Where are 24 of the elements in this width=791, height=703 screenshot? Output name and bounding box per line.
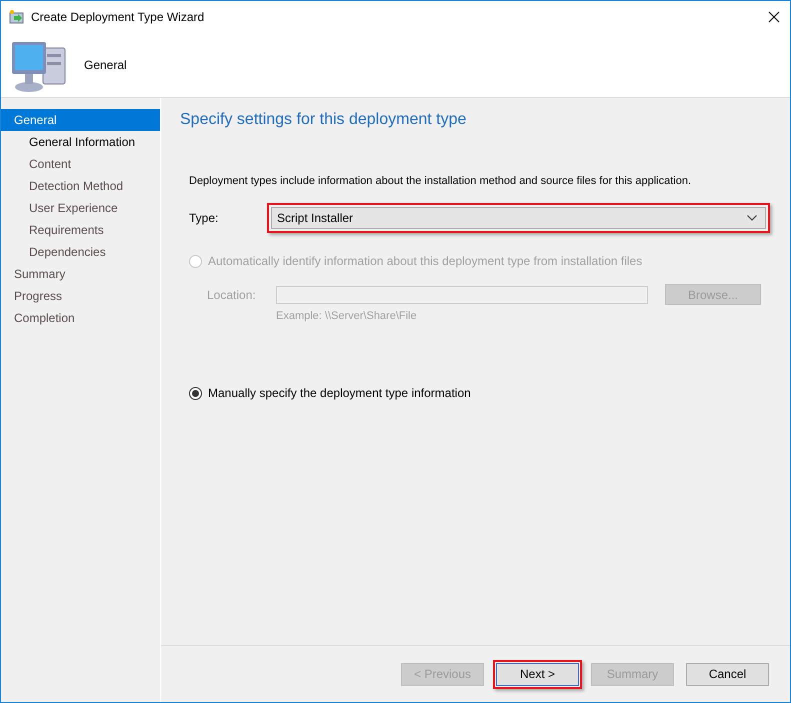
nav-item[interactable]: General bbox=[1, 109, 160, 131]
example-hint: Example: \\Server\Share\File bbox=[276, 310, 418, 322]
page-title: General bbox=[84, 58, 127, 72]
nav-item[interactable]: Dependencies bbox=[1, 241, 160, 263]
radio-option[interactable]: Manually specify the deployment type information bbox=[189, 386, 770, 400]
type-label: Type: bbox=[189, 211, 220, 225]
wizard-button[interactable]: Next > bbox=[496, 662, 579, 686]
close-icon[interactable] bbox=[768, 10, 780, 22]
nav-item[interactable]: Requirements bbox=[1, 219, 160, 241]
nav-item[interactable]: General Information bbox=[1, 131, 160, 153]
nav-item[interactable]: User Experience bbox=[1, 197, 160, 219]
window-title: Create Deployment Type Wizard bbox=[31, 10, 206, 24]
nav-item[interactable]: Content bbox=[1, 153, 160, 175]
wizard-button[interactable]: Cancel bbox=[686, 662, 769, 686]
nav-item[interactable]: Progress bbox=[1, 285, 160, 307]
nav-item[interactable]: Detection Method bbox=[1, 175, 160, 197]
type-dropdown[interactable]: Script Installer bbox=[271, 207, 766, 229]
chevron-down-icon bbox=[747, 215, 757, 221]
section-heading: Specify settings for this deployment type bbox=[180, 111, 468, 129]
wizard-icon bbox=[9, 8, 25, 24]
nav-item[interactable]: Completion bbox=[1, 307, 160, 329]
location-label: Location: bbox=[207, 288, 257, 302]
description-text: Deployment types include information about the installation method and source files for this application. bbox=[189, 175, 692, 187]
nav-item[interactable]: Summary bbox=[1, 263, 160, 285]
